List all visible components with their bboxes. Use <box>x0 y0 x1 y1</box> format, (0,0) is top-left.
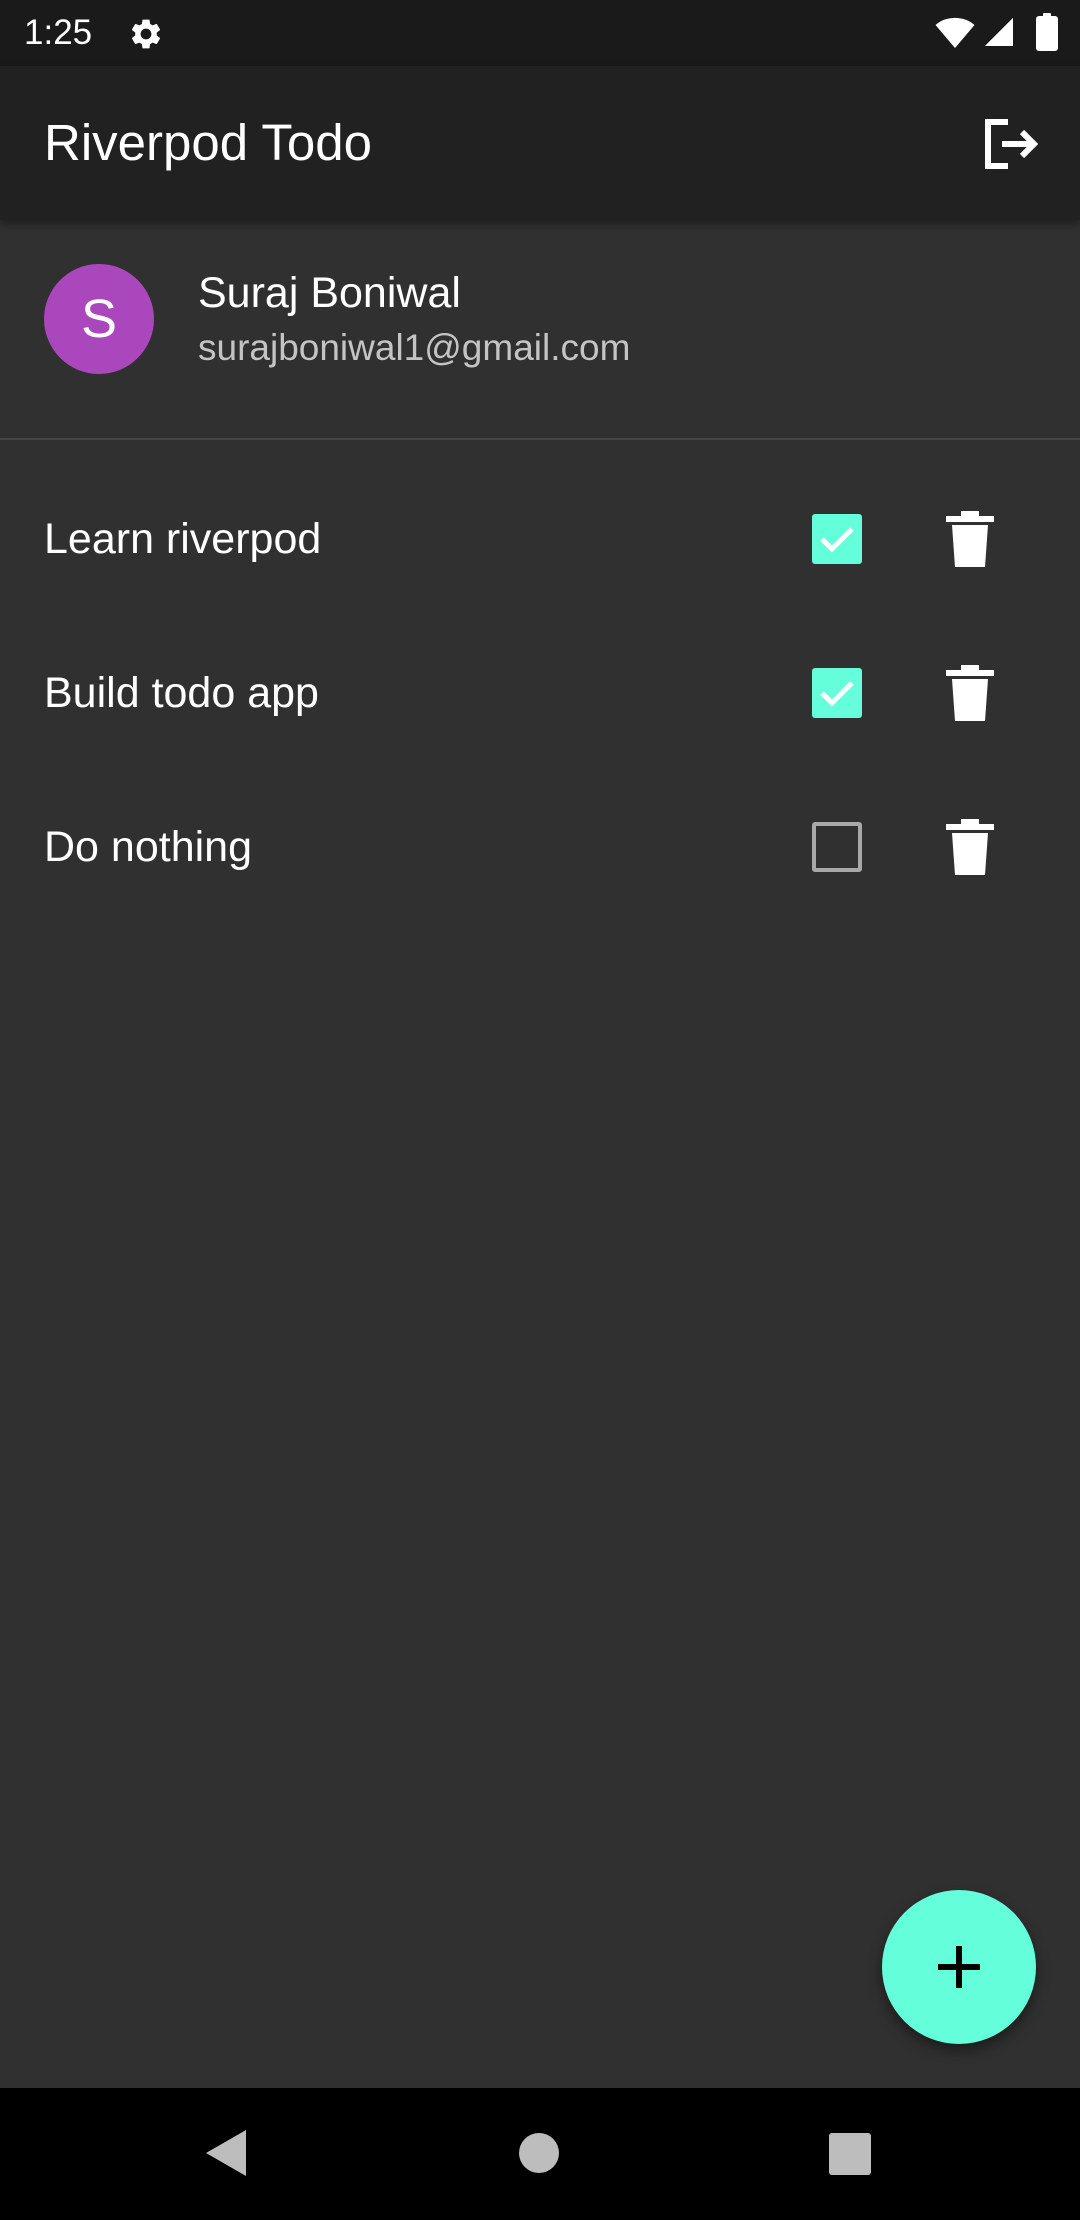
check-icon <box>820 527 854 553</box>
todo-label: Learn riverpod <box>44 515 322 563</box>
back-icon[interactable] <box>204 2128 248 2178</box>
avatar: S <box>44 264 154 374</box>
todo-list: Learn riverpod Build todo app Do nothing <box>0 462 1080 924</box>
battery-icon <box>1036 13 1058 51</box>
home-icon[interactable] <box>519 2133 559 2173</box>
status-bar: 1:25 <box>0 0 1080 66</box>
avatar-initial: S <box>80 289 118 349</box>
todo-item: Build todo app <box>0 616 1080 770</box>
todo-checkbox[interactable] <box>812 668 862 718</box>
profile-email: surajboniwal1@gmail.com <box>198 327 631 368</box>
todo-checkbox[interactable] <box>812 822 862 872</box>
screen: 1:25 Riverpod Todo S Suraj Boniwal suraj… <box>0 0 1080 2220</box>
signal-icon <box>985 18 1013 46</box>
app-title: Riverpod Todo <box>44 114 372 171</box>
plus-icon <box>938 1946 980 1988</box>
navigation-bar <box>0 2088 1080 2220</box>
logout-icon[interactable] <box>978 112 1042 176</box>
profile-name: Suraj Boniwal <box>198 269 461 317</box>
todo-label: Do nothing <box>44 823 252 871</box>
todo-item: Do nothing <box>0 770 1080 924</box>
todo-item: Learn riverpod <box>0 462 1080 616</box>
gear-icon <box>131 19 161 49</box>
delete-icon[interactable] <box>942 510 998 568</box>
profile-header: S Suraj Boniwal surajboniwal1@gmail.com <box>0 220 1080 440</box>
todo-label: Build todo app <box>44 669 319 717</box>
recents-icon[interactable] <box>829 2133 871 2175</box>
app-bar: Riverpod Todo <box>0 66 1080 220</box>
status-time: 1:25 <box>24 13 93 52</box>
delete-icon[interactable] <box>942 818 998 876</box>
add-todo-button[interactable] <box>882 1890 1036 2044</box>
check-icon <box>820 681 854 707</box>
wifi-icon <box>935 17 975 48</box>
todo-checkbox[interactable] <box>812 514 862 564</box>
delete-icon[interactable] <box>942 664 998 722</box>
